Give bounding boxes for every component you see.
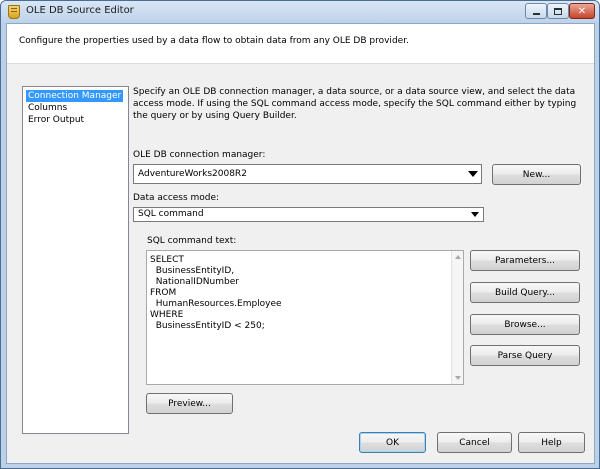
connection-manager-label: OLE DB connection manager: xyxy=(133,150,266,160)
header-description: Configure the properties used by a data … xyxy=(19,36,409,46)
page-navigation-list: Connection Manager Columns Error Output xyxy=(22,86,129,434)
scroll-down-icon[interactable] xyxy=(455,376,461,380)
window-title: OLE DB Source Editor xyxy=(26,5,134,16)
close-button[interactable]: ✕ xyxy=(569,3,595,19)
chevron-down-icon xyxy=(471,212,479,217)
sql-line: WHERE xyxy=(150,310,184,320)
connection-manager-value: AdventureWorks2008R2 xyxy=(138,169,247,179)
sql-line: BusinessEntityID < 250; xyxy=(150,321,265,331)
nav-item-connection-manager[interactable]: Connection Manager xyxy=(26,90,124,102)
browse-button[interactable]: Browse... xyxy=(470,314,580,335)
sql-line: FROM xyxy=(150,288,177,298)
chevron-down-icon xyxy=(468,171,478,177)
sql-line: SELECT xyxy=(150,255,184,265)
new-connection-button[interactable]: New... xyxy=(492,164,581,185)
help-button[interactable]: Help xyxy=(518,432,585,453)
cancel-button[interactable]: Cancel xyxy=(437,432,512,453)
nav-item-error-output[interactable]: Error Output xyxy=(26,114,86,126)
maximize-button[interactable] xyxy=(547,3,569,19)
access-mode-dropdown-arrow[interactable] xyxy=(467,208,483,221)
data-access-mode-value: SQL command xyxy=(138,209,204,219)
data-access-mode-combo[interactable]: SQL command xyxy=(133,207,484,222)
minimize-icon xyxy=(532,13,540,15)
close-icon: ✕ xyxy=(577,5,587,17)
ok-button[interactable]: OK xyxy=(359,432,426,453)
connection-dropdown-arrow[interactable] xyxy=(465,165,481,183)
sql-line: HumanResources.Employee xyxy=(150,299,282,309)
ssis-app-icon xyxy=(8,5,20,19)
sql-line: BusinessEntityID, xyxy=(150,266,235,276)
sql-command-textarea[interactable]: SELECT BusinessEntityID, NationalIDNumbe… xyxy=(146,250,464,385)
sql-vertical-scrollbar[interactable] xyxy=(451,251,463,384)
scroll-up-icon[interactable] xyxy=(455,255,461,259)
connection-manager-combo[interactable]: AdventureWorks2008R2 xyxy=(133,164,482,184)
preview-button[interactable]: Preview... xyxy=(146,393,233,414)
data-access-mode-label: Data access mode: xyxy=(133,193,220,203)
title-bar[interactable]: OLE DB Source Editor ✕ xyxy=(1,1,599,23)
parameters-button[interactable]: Parameters... xyxy=(470,250,580,271)
sql-line: NationalIDNumber xyxy=(150,277,239,287)
header-band: Configure the properties used by a data … xyxy=(7,24,594,64)
sql-command-label: SQL command text: xyxy=(147,236,237,246)
instructions-text: Specify an OLE DB connection manager, a … xyxy=(133,87,577,121)
build-query-button[interactable]: Build Query... xyxy=(470,282,580,303)
nav-item-columns[interactable]: Columns xyxy=(26,102,69,114)
ole-db-source-editor-window: OLE DB Source Editor ✕ Configure the pro… xyxy=(0,0,600,469)
dialog-client-area: Configure the properties used by a data … xyxy=(6,23,595,464)
minimize-button[interactable] xyxy=(525,3,547,19)
maximize-icon xyxy=(554,7,562,15)
parse-query-button[interactable]: Parse Query xyxy=(470,345,580,366)
